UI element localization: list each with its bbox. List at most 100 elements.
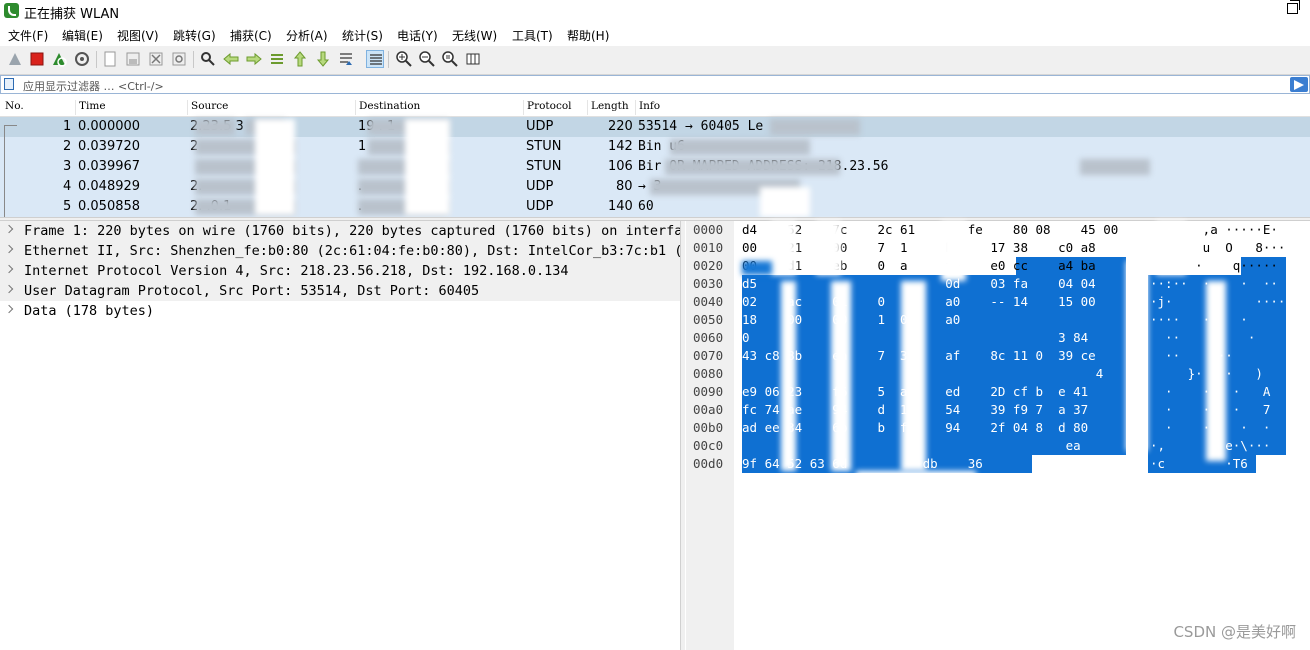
- packet-no: 2: [63, 139, 72, 154]
- packet-length: 220: [608, 119, 633, 134]
- packet-length: 80: [616, 179, 633, 194]
- packet-no: 5: [63, 199, 72, 214]
- column-info[interactable]: Info: [635, 100, 660, 115]
- byte-offset: 0050: [693, 312, 724, 327]
- packet-protocol: STUN: [526, 139, 562, 154]
- go-first-icon[interactable]: [291, 50, 309, 68]
- byte-offset: 00a0: [693, 402, 724, 417]
- detail-text: Internet Protocol Version 4, Src: 218.23…: [24, 263, 569, 279]
- expand-arrow-icon[interactable]: [4, 244, 14, 254]
- packet-length: 142: [608, 139, 633, 154]
- column-length[interactable]: Length: [587, 100, 629, 115]
- detail-text: Ethernet II, Src: Shenzhen_fe:b0:80 (2c:…: [24, 243, 680, 259]
- packet-info: 53514 → 60405 Le: [638, 119, 764, 134]
- byte-hex: d4 52 7c 2c 61 fe 80 08 45 00: [742, 222, 1119, 237]
- zoom-in-icon[interactable]: [395, 50, 413, 68]
- packet-time: 0.048929: [78, 179, 141, 194]
- detail-text: Frame 1: 220 bytes on wire (1760 bits), …: [24, 223, 680, 239]
- menu-tools[interactable]: 工具(T): [512, 27, 553, 44]
- display-filter-bar[interactable]: 应用显示过滤器 … <Ctrl-/>: [0, 75, 1310, 94]
- apply-filter-icon[interactable]: [1290, 77, 1308, 92]
- menu-bar: 文件(F) 编辑(E) 视图(V) 跳转(G) 捕获(C) 分析(A) 统计(S…: [0, 23, 1310, 45]
- go-back-icon[interactable]: [222, 50, 240, 68]
- expand-arrow-icon[interactable]: [4, 284, 14, 294]
- menu-help[interactable]: 帮助(H): [567, 27, 609, 44]
- byte-offset: 0030: [693, 276, 724, 291]
- find-packet-icon[interactable]: [199, 50, 217, 68]
- byte-offset: 0070: [693, 348, 724, 363]
- byte-offset: 0000: [693, 222, 724, 237]
- detail-row-data[interactable]: Data (178 bytes): [0, 301, 680, 321]
- detail-text: User Datagram Protocol, Src Port: 53514,…: [24, 283, 480, 299]
- filter-bookmark-icon[interactable]: [4, 78, 14, 90]
- go-last-icon[interactable]: [314, 50, 332, 68]
- auto-scroll-icon[interactable]: [337, 50, 355, 68]
- restore-window-icon[interactable]: [1287, 0, 1300, 14]
- watermark: CSDN @是美好啊: [1173, 623, 1296, 641]
- expand-arrow-icon[interactable]: [4, 304, 14, 314]
- display-filter-input[interactable]: 应用显示过滤器 … <Ctrl-/>: [23, 78, 164, 94]
- menu-statistics[interactable]: 统计(S): [342, 27, 383, 44]
- detail-row-frame[interactable]: Frame 1: 220 bytes on wire (1760 bits), …: [0, 221, 680, 241]
- packet-length: 140: [608, 199, 633, 214]
- menu-edit[interactable]: 编辑(E): [62, 27, 103, 44]
- main-toolbar: [0, 46, 1310, 75]
- column-source[interactable]: Source: [187, 100, 228, 115]
- go-forward-icon[interactable]: [245, 50, 263, 68]
- zoom-out-icon[interactable]: [418, 50, 436, 68]
- detail-text: Data (178 bytes): [24, 303, 155, 319]
- menu-view[interactable]: 视图(V): [117, 27, 159, 44]
- window-title: 正在捕获 WLAN: [24, 7, 120, 22]
- resize-columns-icon[interactable]: [464, 50, 482, 68]
- byte-offset: 0080: [693, 366, 724, 381]
- column-protocol[interactable]: Protocol: [523, 100, 572, 115]
- save-file-icon[interactable]: [124, 50, 142, 68]
- close-file-icon[interactable]: [147, 50, 165, 68]
- column-time[interactable]: Time: [75, 100, 106, 115]
- menu-go[interactable]: 跳转(G): [173, 27, 216, 44]
- byte-offset: 00c0: [693, 438, 724, 453]
- packet-time: 0.039967: [78, 159, 141, 174]
- capture-options-icon[interactable]: [73, 50, 91, 68]
- column-destination[interactable]: Destination: [355, 100, 420, 115]
- colorize-icon[interactable]: [366, 50, 384, 68]
- detail-row-ethernet[interactable]: Ethernet II, Src: Shenzhen_fe:b0:80 (2c:…: [0, 241, 680, 261]
- byte-offset: 00d0: [693, 456, 724, 471]
- go-to-packet-icon[interactable]: [268, 50, 286, 68]
- menu-telephony[interactable]: 电话(Y): [397, 27, 438, 44]
- byte-offset: 0020: [693, 258, 724, 273]
- byte-offset: 0040: [693, 294, 724, 309]
- expand-arrow-icon[interactable]: [4, 224, 14, 234]
- byte-offset: 00b0: [693, 420, 724, 435]
- related-packet-line: [4, 125, 17, 218]
- packet-info: 60: [638, 199, 654, 214]
- packet-length: 106: [608, 159, 633, 174]
- packet-bytes-pane: 0000 d4 52 7c 2c 61 fe 80 08 45 00 · ,a ·…: [686, 221, 1310, 650]
- restart-capture-icon[interactable]: [50, 50, 68, 68]
- start-capture-icon[interactable]: [6, 50, 24, 68]
- open-file-icon[interactable]: [101, 50, 119, 68]
- byte-offset: 0060: [693, 330, 724, 345]
- byte-hex: 18 00 00 1 0 a0: [742, 312, 961, 327]
- packet-protocol: UDP: [526, 119, 554, 134]
- packet-list: 1 0.000000 2.23.5 3 19 . 1 UDP 220 53514…: [0, 117, 1310, 218]
- detail-row-udp[interactable]: User Datagram Protocol, Src Port: 53514,…: [0, 281, 680, 301]
- wireshark-logo-icon: [4, 3, 19, 18]
- menu-wireless[interactable]: 无线(W): [452, 27, 497, 44]
- menu-analyze[interactable]: 分析(A): [286, 27, 328, 44]
- stop-capture-icon[interactable]: [28, 50, 46, 68]
- normal-size-icon[interactable]: [441, 50, 459, 68]
- menu-file[interactable]: 文件(F): [8, 27, 48, 44]
- packet-time: 0.039720: [78, 139, 141, 154]
- vertical-splitter[interactable]: [680, 221, 685, 650]
- byte-offset: 0090: [693, 384, 724, 399]
- byte-ascii: ·· · ·: [1150, 330, 1256, 345]
- packet-no: 3: [63, 159, 72, 174]
- packet-protocol: STUN: [526, 159, 562, 174]
- reload-file-icon[interactable]: [170, 50, 188, 68]
- detail-row-ipv4[interactable]: Internet Protocol Version 4, Src: 218.23…: [0, 261, 680, 281]
- packet-no: 4: [63, 179, 72, 194]
- menu-capture[interactable]: 捕获(C): [230, 27, 272, 44]
- expand-arrow-icon[interactable]: [4, 264, 14, 274]
- column-no[interactable]: No.: [2, 100, 24, 115]
